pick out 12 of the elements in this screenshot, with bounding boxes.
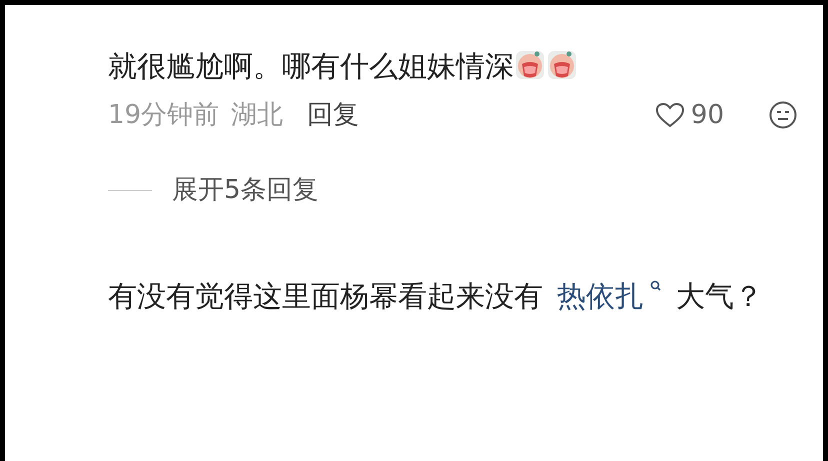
search-link[interactable]: 热依扎	[557, 279, 662, 313]
emoji-face-icon[interactable]	[768, 100, 798, 130]
comment-location: 湖北	[231, 98, 284, 132]
comment-text: 就很尴尬啊。哪有什么姐妹情深	[108, 43, 808, 89]
expand-replies-button[interactable]: 展开5条回复	[172, 171, 319, 210]
emoji-icon	[515, 50, 545, 80]
emoji-icon	[547, 50, 577, 80]
comment-time: 19分钟前	[108, 98, 220, 132]
comment-text: 有没有觉得这里面杨幂看起来没有 热依扎 大气？	[108, 278, 764, 315]
heart-icon[interactable]	[654, 102, 685, 128]
reply-button[interactable]: 回复	[307, 96, 360, 134]
like-count: 90	[690, 98, 724, 132]
